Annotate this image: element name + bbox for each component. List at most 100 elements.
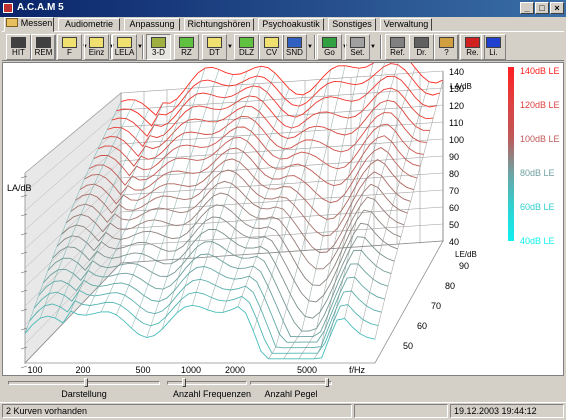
legend-item: 140dB LE (520, 66, 560, 76)
frequency-curve (359, 81, 430, 334)
toolbar-button-label: DT (209, 48, 220, 57)
toolbar-button-snd[interactable]: SND ▼ (282, 34, 313, 60)
toolbar-button-einz[interactable]: Einz ▼ (84, 34, 115, 60)
pegel-label: Anzahl Pegel (264, 389, 318, 399)
toolbar-separator (380, 35, 382, 59)
curve-icon (62, 37, 77, 48)
tab-label: Anpassung (129, 19, 175, 29)
toolbar-button-help[interactable]: ? (434, 34, 459, 60)
toolbar-button-go[interactable]: Go ▼ (317, 34, 348, 60)
y-tick-label: 110 (449, 118, 463, 128)
toolbar-separator (314, 35, 316, 59)
y-tick-label: 80 (449, 169, 459, 179)
tab-anpassung[interactable]: Anpassung (124, 18, 180, 31)
z-tick-label: 70 (431, 301, 441, 311)
legend-item: 120dB LE (520, 100, 560, 110)
go-icon (322, 37, 337, 48)
frequenzen-slider-thumb[interactable] (182, 378, 186, 387)
tab-label: Audiometrie (64, 19, 114, 29)
x-tick-label: 5000 (297, 365, 317, 375)
toolbar-button-label: Li. (489, 48, 498, 57)
ref-icon (390, 37, 405, 48)
app-icon (3, 3, 13, 13)
dropdown-arrow-icon[interactable]: ▼ (227, 44, 233, 50)
x-tick-label: 500 (135, 365, 150, 375)
tab-label: Sonstiges (332, 19, 372, 29)
toolbar-button-rem[interactable]: REM (31, 34, 56, 60)
hit-icon (11, 37, 26, 48)
darstellung-label: Darstellung (61, 389, 107, 399)
status-curves: 2 Kurven vorhanden (2, 404, 352, 418)
tab-richtungshoeren[interactable]: Richtungshören (184, 18, 254, 31)
toolbar-button-dt[interactable]: DT ▼ (202, 34, 233, 60)
frequency-curve (344, 67, 416, 319)
toolbar-button-cv[interactable]: CV (259, 34, 284, 60)
tab-label: Richtungshören (187, 19, 251, 29)
toolbar-button-label: F (67, 48, 72, 57)
dropdown-arrow-icon[interactable]: ▼ (370, 44, 376, 50)
toolbar-button-ref[interactable]: Ref. (385, 34, 410, 60)
3d-surface-chart: 140130120110100908070605040LA/dBLA/dB100… (7, 63, 560, 375)
right-ear-icon (465, 37, 480, 48)
toolbar-button-f[interactable]: F ▼ (57, 34, 88, 60)
chart-area: 140 130 120 110 100 90 80 70 60 50 40 LA/dB LA/dB 100… (2, 62, 564, 376)
toolbar-button-label: CV (265, 48, 278, 57)
3d-icon (151, 37, 166, 48)
help-icon (439, 37, 454, 48)
x-tick-label: 100 (27, 365, 42, 375)
x-tick-label: 1000 (181, 365, 201, 375)
settings-icon (350, 37, 365, 48)
frequenzen-slider[interactable] (167, 378, 247, 387)
tab-psychoakustik[interactable]: Psychoakustik (258, 18, 324, 31)
window-title: A.C.A.M 5 (17, 2, 64, 13)
darstellung-slider-thumb[interactable] (84, 378, 88, 387)
toolbar-button-set[interactable]: Set. ▼ (345, 34, 376, 60)
left-ear-icon (486, 37, 501, 48)
pegel-slider[interactable] (250, 378, 332, 387)
darstellung-slider[interactable] (8, 378, 160, 387)
dt-icon (207, 37, 222, 48)
tab-sonstiges[interactable]: Sonstiges (328, 18, 376, 31)
title-bar: A.C.A.M 5 _ □ × (0, 0, 566, 17)
toolbar-button-label: Dr. (416, 48, 427, 57)
curve-icon (89, 37, 104, 48)
slider-bar: Darstellung Anzahl Frequenzen Anzahl Peg… (2, 377, 564, 401)
legend-item: 40dB LE (520, 236, 555, 246)
toolbar-button-dlz[interactable]: DLZ (234, 34, 259, 60)
minimize-button[interactable]: _ (520, 2, 534, 14)
legend-item: 60dB LE (520, 202, 555, 212)
tab-verwaltung[interactable]: Verwaltung (380, 18, 432, 31)
y-tick-label: 60 (449, 203, 459, 213)
y-tick-label: 70 (449, 186, 459, 196)
tab-messen[interactable]: Messen (4, 17, 54, 32)
dropdown-arrow-icon[interactable]: ▼ (307, 44, 313, 50)
dropdown-arrow-icon[interactable]: ▼ (137, 44, 143, 50)
toolbar-button-hit[interactable]: HIT (6, 34, 31, 60)
toolbar-button-label: 3-D (152, 48, 165, 57)
printer-icon (414, 37, 429, 48)
maximize-button[interactable]: □ (535, 2, 549, 14)
toolbar-button-rz[interactable]: RZ (174, 34, 199, 60)
toolbar-button-label: Ref. (390, 48, 405, 57)
x-tick-label: 200 (75, 365, 90, 375)
x-axis-label: f/Hz (349, 365, 366, 375)
toolbar-button-li[interactable]: Li. (481, 34, 506, 60)
toolbar-button-label: LELA (114, 48, 135, 57)
close-button[interactable]: × (550, 2, 564, 14)
toolbar-button-label: RZ (181, 48, 192, 57)
toolbar-button-dr[interactable]: Dr. (409, 34, 434, 60)
toolbar-button-label: REM (34, 48, 53, 57)
z-tick-label: 60 (417, 321, 427, 331)
tab-audiometrie[interactable]: Audiometrie (58, 18, 120, 31)
dlz-icon (239, 37, 254, 48)
z-tick-label: 90 (459, 261, 469, 271)
toolbar-button-lela[interactable]: LELA ▼ (112, 34, 143, 60)
rem-icon (36, 37, 51, 48)
status-datetime: 19.12.2003 19:44:12 (450, 404, 564, 418)
z-tick-label: 50 (403, 341, 413, 351)
toolbar-button-label: DLZ (238, 48, 255, 57)
tab-strip: Messen Audiometrie Anpassung Richtungshö… (2, 17, 564, 32)
toolbar-button-3d[interactable]: 3-D (146, 34, 171, 60)
pegel-slider-thumb[interactable] (325, 378, 329, 387)
toolbar-button-label: HIT (12, 48, 25, 57)
